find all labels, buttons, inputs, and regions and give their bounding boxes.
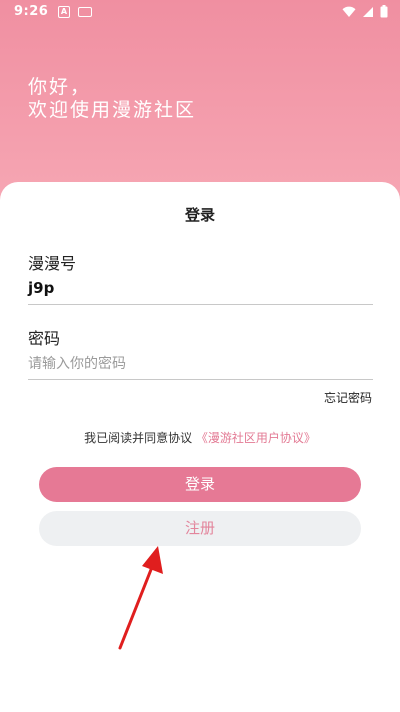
battery-icon <box>380 5 388 18</box>
password-input[interactable]: 请输入你的密码 <box>28 353 126 373</box>
login-card: 登录 漫漫号 j9p 密码 请输入你的密码 忘记密码 我已阅读并同意协议 《漫游… <box>0 182 400 712</box>
account-label: 漫漫号 <box>28 254 77 273</box>
password-underline <box>28 379 373 380</box>
greeting: 你好， 欢迎使用漫游社区 <box>28 76 196 122</box>
system-icons <box>342 5 388 18</box>
notification-app-icon: A <box>58 6 70 18</box>
agreement-text: 我已阅读并同意协议 <box>84 431 193 445</box>
account-underline <box>28 304 373 305</box>
agreement-link[interactable]: 《漫游社区用户协议》 <box>196 431 316 445</box>
forgot-password-link[interactable]: 忘记密码 <box>324 389 372 406</box>
signal-icon <box>363 6 373 17</box>
login-button[interactable]: 登录 <box>39 467 361 502</box>
greeting-line-2: 欢迎使用漫游社区 <box>28 99 197 121</box>
status-time: 9:26 <box>14 4 49 19</box>
password-label: 密码 <box>28 329 61 348</box>
wifi-icon <box>342 6 356 17</box>
account-input[interactable]: j9p <box>28 279 54 297</box>
red-arrow-annotation <box>118 546 163 650</box>
login-title: 登录 <box>184 206 215 224</box>
notification-icons: A <box>58 6 92 18</box>
greeting-line-1: 你好， <box>28 76 92 98</box>
register-button[interactable]: 注册 <box>39 511 361 546</box>
status-bar: 9:26 A <box>0 0 400 24</box>
keyboard-icon <box>78 7 92 17</box>
agreement-row: 我已阅读并同意协议 《漫游社区用户协议》 <box>0 429 400 446</box>
